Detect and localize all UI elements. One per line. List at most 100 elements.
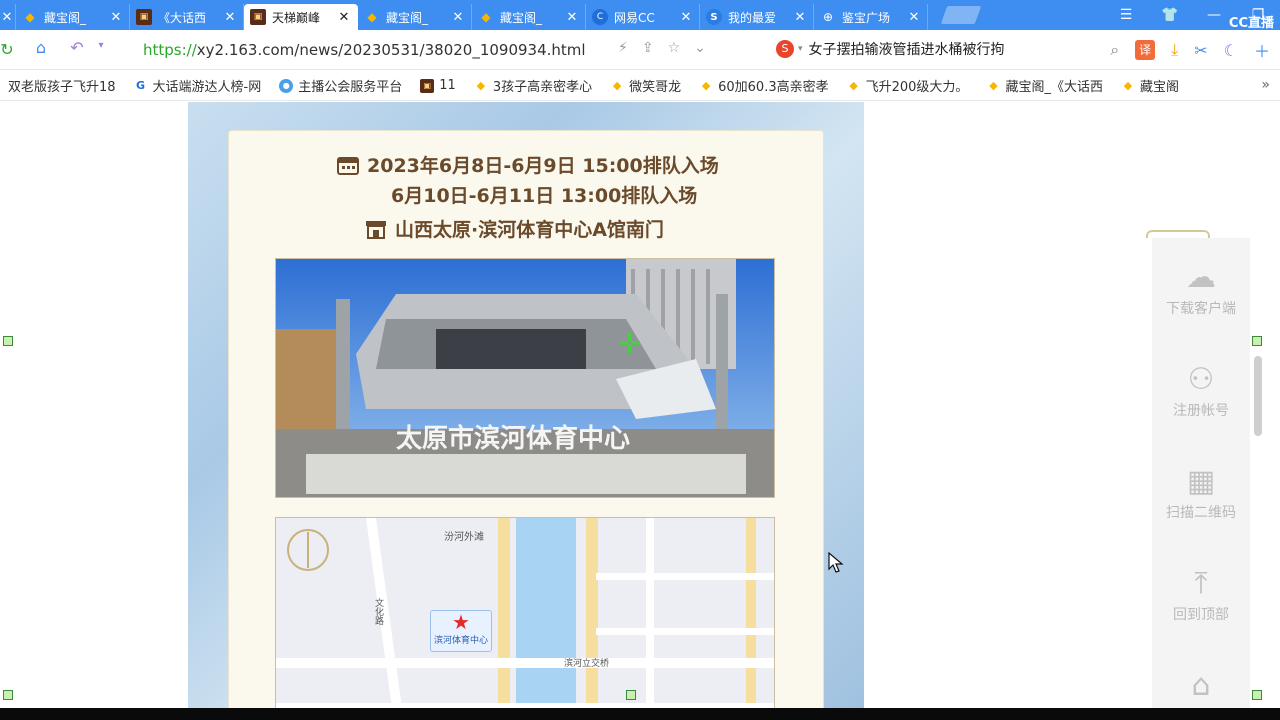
tab-item[interactable]: ◆ 藏宝阁_ ✕ <box>472 4 586 30</box>
tab-item[interactable]: ⊕ 鉴宝广场 ✕ <box>814 4 928 30</box>
register-button[interactable]: ⚇ 注册帐号 <box>1152 360 1250 420</box>
lightning-icon[interactable]: ⚡ <box>618 40 628 56</box>
page-content: 2023年6月8日-6月9日 15:00排队入场 6月10日-6月11日 13:… <box>0 102 1280 708</box>
bookmark-item[interactable]: 双老版孩子飞升18 <box>8 76 116 95</box>
resize-handle[interactable] <box>3 336 13 346</box>
bookmark-item[interactable]: ▣ 11 <box>420 78 456 93</box>
home-icon[interactable]: ⌂ <box>26 38 56 57</box>
bookmark-item[interactable]: ◆ 藏宝阁_《大话西 <box>986 76 1103 96</box>
tab-item[interactable]: S 我的最爱 ✕ <box>700 4 814 30</box>
float-label: 回到顶部 <box>1173 607 1229 623</box>
tab-close-icon[interactable]: ✕ <box>451 10 465 25</box>
moon-icon[interactable]: ☾ <box>1224 41 1238 60</box>
bookmark-item[interactable]: ● 主播公会服务平台 <box>279 76 402 95</box>
chevron-down-icon[interactable]: ▾ <box>798 44 803 54</box>
tab-close-icon[interactable]: ✕ <box>0 10 14 25</box>
chevron-down-icon[interactable]: ▾ <box>86 40 116 51</box>
tab-title: 藏宝阁_ <box>500 10 543 25</box>
scan-qrcode-button[interactable]: ▦ 扫描二维码 <box>1152 462 1250 522</box>
tab-title: 网易CC <box>614 10 655 25</box>
back-to-top-button[interactable]: ⤒ 回到顶部 <box>1152 564 1250 624</box>
cc-icon: C <box>592 9 608 25</box>
download-client-button[interactable]: ☁ 下载客户端 <box>1152 258 1250 318</box>
bookmark-item[interactable]: G 大话端游达人榜-网 <box>134 76 262 96</box>
news-ticker[interactable]: S ▾ 女子摆拍输液管插进水桶被行拘 <box>776 39 1005 59</box>
qrcode-icon: ▦ <box>1186 464 1216 499</box>
url-field[interactable]: https://xy2.163.com/news/20230531/38020_… <box>143 41 586 59</box>
venue-image: 太原市滨河体育中心 ✛ <box>276 259 774 497</box>
coin-icon: ◆ <box>849 78 858 92</box>
share-icon[interactable]: ⇪ <box>642 40 654 56</box>
resize-handle[interactable] <box>3 690 13 700</box>
star-icon: ★ <box>452 610 470 634</box>
chevron-down-icon[interactable]: ⌄ <box>694 40 706 56</box>
map-label-street: 文化路 <box>373 598 383 625</box>
game-icon: ▣ <box>136 9 152 25</box>
tab-close-icon[interactable]: ✕ <box>793 10 807 25</box>
tab-partial[interactable]: ✕ <box>0 4 16 30</box>
skin-icon[interactable]: 👕 <box>1148 7 1192 23</box>
bookmark-item[interactable]: ◆ 飞升200级大力。 <box>847 76 969 96</box>
bookmark-label: 60加60.3高亲密孝 <box>718 80 829 95</box>
event-date-line-2: 6月10日-6月11日 13:00排队入场 <box>391 181 697 208</box>
tab-close-icon[interactable]: ✕ <box>109 10 123 25</box>
float-bar-top <box>1146 230 1210 238</box>
new-tab-button[interactable] <box>940 6 982 24</box>
tab-item-active[interactable]: ▣ 天梯巅峰 ✕ <box>244 4 358 30</box>
url-protocol: https:// <box>143 41 197 59</box>
tab-close-icon[interactable]: ✕ <box>679 10 693 25</box>
bookmark-item[interactable]: ◆ 微笑哥龙 <box>610 76 681 96</box>
tab-close-icon[interactable]: ✕ <box>907 10 921 25</box>
venue-map[interactable]: 汾河外滩 文化路 滨河立交桥 ★ 滨河体育中心 <box>275 517 775 708</box>
chevron-right-icon[interactable]: » <box>1261 77 1270 93</box>
bookmark-label: 11 <box>439 78 456 93</box>
tab-item[interactable]: C 网易CC ✕ <box>586 4 700 30</box>
bookmark-item[interactable]: ◆ 3孩子高亲密孝心 <box>474 76 593 96</box>
plus-cursor-icon: ✛ <box>618 327 641 360</box>
search-icon[interactable]: ⌕ <box>1110 40 1119 60</box>
tab-close-icon[interactable]: ✕ <box>223 10 237 25</box>
venue-photo: 太原市滨河体育中心 ✛ <box>275 258 775 498</box>
user-add-icon: ⚇ <box>1187 362 1215 397</box>
g-icon: G <box>136 78 146 92</box>
news-headline[interactable]: 女子摆拍输液管插进水桶被行拘 <box>809 39 1005 59</box>
tab-title: 藏宝阁_ <box>386 10 429 25</box>
tab-title: 我的最爱 <box>728 10 777 25</box>
menu-icon[interactable]: ☰ <box>1104 7 1148 23</box>
tab-close-icon[interactable]: ✕ <box>565 10 579 25</box>
coin-icon: ◆ <box>367 10 377 24</box>
bookmark-label: 藏宝阁 <box>1139 80 1179 95</box>
resize-handle[interactable] <box>1252 690 1262 700</box>
map-graphic <box>276 518 774 708</box>
tab-item[interactable]: ▣ 《大话西 ✕ <box>130 4 244 30</box>
home-button[interactable]: ⌂ <box>1152 666 1250 706</box>
tab-item[interactable]: ◆ 藏宝阁_ ✕ <box>358 4 472 30</box>
scissors-icon[interactable]: ✂ <box>1194 41 1207 60</box>
bookmark-label: 飞升200级大力。 <box>865 80 969 95</box>
star-icon[interactable]: ☆ <box>668 40 681 56</box>
event-location: 山西太原·滨河体育中心A馆南门 <box>395 219 664 241</box>
tab-close-icon[interactable]: ✕ <box>337 10 351 25</box>
ball-icon: ● <box>279 78 294 93</box>
sogou-icon: S <box>776 40 794 58</box>
coin-icon: ◆ <box>701 78 711 92</box>
resize-handle[interactable] <box>626 690 636 700</box>
map-label-bridge: 滨河立交桥 <box>564 659 610 669</box>
scrollbar-thumb[interactable] <box>1254 356 1262 436</box>
download-icon[interactable]: ⤓ <box>1171 40 1178 60</box>
bottom-edge <box>0 708 1280 720</box>
translate-icon[interactable]: 译 <box>1135 40 1156 60</box>
coin-icon: ◆ <box>481 10 491 24</box>
home-icon: ⌂ <box>1191 668 1211 703</box>
bookmark-item[interactable]: ◆ 藏宝阁 <box>1121 76 1179 96</box>
bookmark-label: 藏宝阁_《大话西 <box>1005 80 1103 95</box>
map-marker-label: 滨河体育中心 <box>433 636 488 646</box>
plus-icon[interactable]: ＋ <box>1254 38 1270 62</box>
tab-item[interactable]: ◆ 藏宝阁_ ✕ <box>16 4 130 30</box>
refresh-icon[interactable]: ↻ <box>0 40 14 59</box>
map-marker[interactable]: ★ 滨河体育中心 <box>430 610 492 652</box>
resize-handle[interactable] <box>1252 336 1262 346</box>
bookmark-label: 大话端游达人榜-网 <box>152 80 262 95</box>
bookmark-item[interactable]: ◆ 60加60.3高亲密孝 <box>699 76 829 96</box>
event-panel: 2023年6月8日-6月9日 15:00排队入场 6月10日-6月11日 13:… <box>188 102 864 708</box>
